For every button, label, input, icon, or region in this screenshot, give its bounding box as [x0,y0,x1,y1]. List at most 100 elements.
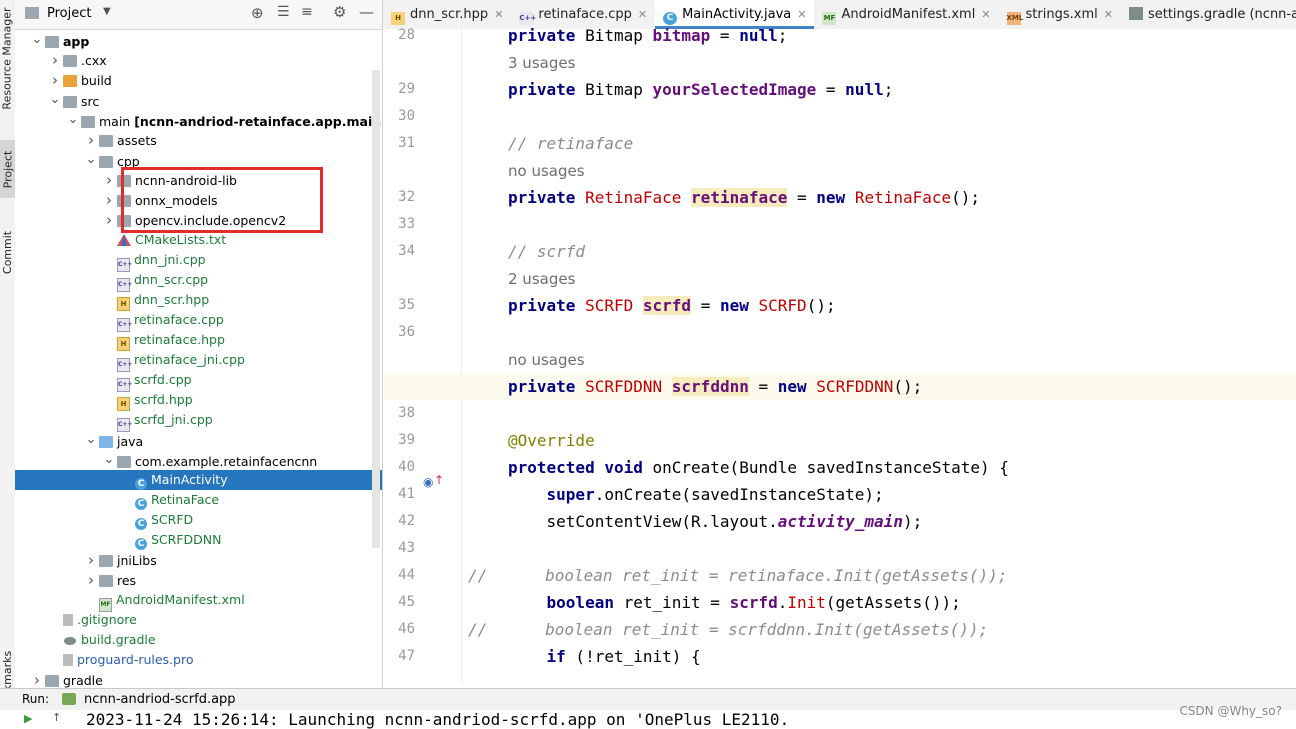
tree-item[interactable]: C++ scrfd.cpp [15,370,382,392]
tree-item[interactable]: Hretinaface.hpp [15,330,382,351]
chevron-down-icon[interactable]: ▼ [103,6,111,17]
chevron-right-icon[interactable]: › [103,190,115,210]
project-view-title[interactable]: Project [47,6,91,21]
tree-item[interactable]: CMakeLists.txt [15,230,382,250]
tree-item-label: com.example.retainfacencnn [135,454,318,469]
folder-icon [117,456,131,468]
code-line: private Bitmap yourSelectedImage = null; [508,80,894,99]
usage-hint-text[interactable]: no usages [508,351,585,369]
java-class-icon: C [135,498,147,510]
chevron-down-icon[interactable]: ⌄ [31,30,43,50]
collapse-all-icon[interactable]: ≡ [301,4,313,20]
run-label: Run: [22,692,50,706]
line-number: 31 [398,135,415,151]
implemented-arrow-icon[interactable]: ↑ [434,473,444,487]
close-tab-icon[interactable]: ✕ [797,8,806,21]
tree-item[interactable]: › .cxx [15,50,382,70]
commented-code-line: // boolean ret_init = retinaface.Init(ge… [468,566,1008,585]
resource-manager-tab[interactable]: Resource Manager [0,7,15,109]
tree-item[interactable]: › build [15,70,382,90]
tree-item-label: build [81,73,112,88]
usage-hint-text[interactable]: 2 usages [508,270,575,288]
tree-item[interactable]: › assets [15,130,382,150]
project-view-icon [25,7,39,19]
folder-icon [45,36,59,48]
tree-item[interactable]: ⌄ src [15,90,382,110]
override-marker-icon[interactable]: ◉ [423,475,433,489]
tree-item[interactable]: Hdnn_scr.hpp [15,290,382,311]
close-tab-icon[interactable]: ✕ [494,8,503,21]
gear-icon[interactable]: ⚙ [333,3,346,21]
tree-item[interactable]: › jniLibs [15,550,382,570]
chevron-right-icon[interactable]: › [85,130,97,150]
tree-item[interactable]: build.gradle [15,630,382,650]
tree-item[interactable]: C RetinaFace [15,490,382,510]
expand-all-icon[interactable]: ☰ [277,4,290,20]
chevron-down-icon[interactable]: ⌄ [85,430,97,450]
editor-tab[interactable]: MF AndroidManifest.xml ✕ [814,0,998,29]
file-icon [63,654,73,666]
tree-item[interactable]: proguard-rules.pro [15,650,382,670]
tree-item[interactable]: C++ dnn_scr.cpp [15,270,382,292]
chevron-right-icon[interactable]: › [49,50,61,70]
code-editor[interactable]: private Bitmap bitmap = null; 3 usages pri… [384,26,1296,683]
line-number: 46 [398,621,415,637]
tree-item[interactable]: C++ scrfd_jni.cpp [15,410,382,432]
tree-item-label: RetinaFace [151,492,220,507]
tree-item[interactable]: C++ retinaface.cpp [15,310,382,332]
rerun-icon[interactable]: ▶ [24,712,32,725]
tree-item[interactable]: MF AndroidManifest.xml [15,590,382,612]
editor-tab[interactable]: XML strings.xml ✕ [999,0,1121,29]
close-tab-icon[interactable]: ✕ [638,8,647,21]
crosshair-icon[interactable]: ⊕ [251,4,264,22]
tree-item[interactable]: › gradle [15,670,382,688]
editor-tab[interactable]: settings.gradle (ncnn-andriod-scrfd [1121,0,1296,29]
chevron-down-icon[interactable]: ⌄ [103,450,115,470]
close-tab-icon[interactable]: ✕ [1104,8,1113,21]
commit-tool-tab[interactable]: Commit [0,222,15,282]
gradle-elephant-icon [63,632,77,645]
tree-item-label: app [63,34,90,49]
minimize-icon[interactable]: — [359,3,374,21]
usage-hint-text[interactable]: 3 usages [508,54,575,72]
line-number: 30 [398,108,415,124]
chevron-down-icon[interactable]: ⌄ [85,150,97,170]
tree-item[interactable]: .gitignore [15,610,382,630]
tree-item[interactable]: ⌄ app [15,30,382,50]
chevron-down-icon[interactable]: ⌄ [49,90,61,110]
tree-item[interactable]: C SCRFDDNN [15,530,382,550]
tree-item[interactable]: C MainActivity [15,470,382,490]
tree-item-label: AndroidManifest.xml [116,592,245,607]
tree-item[interactable]: ⌄ com.example.retainfacencnn [15,450,382,470]
tree-item[interactable]: › res [15,570,382,590]
code-line: private Bitmap bitmap = null; [508,26,788,45]
usage-hint: 3 usages [508,49,575,76]
tree-item[interactable]: C++ retinaface_jni.cpp [15,350,382,372]
usage-hint-text[interactable]: no usages [508,162,585,180]
chevron-down-icon[interactable]: ⌄ [67,110,79,130]
close-tab-icon[interactable]: ✕ [981,8,990,21]
tree-item[interactable]: Hscrfd.hpp [15,390,382,411]
chevron-right-icon[interactable]: › [85,570,97,590]
scroll-up-icon[interactable]: ↑ [52,711,61,724]
project-tool-tab[interactable]: Project [0,140,15,198]
chevron-right-icon[interactable]: › [103,170,115,190]
run-config-tab[interactable]: ncnn-andriod-scrfd.app [84,692,236,707]
chevron-right-icon[interactable]: › [103,210,115,230]
tree-item-label: main [ncnn-andriod-retainface.app.main] [99,114,383,129]
chevron-right-icon[interactable]: › [85,550,97,570]
tree-item[interactable]: ⌄ java [15,430,382,450]
chevron-right-icon[interactable]: › [31,670,43,688]
java-class-icon: C [135,538,147,550]
line-number: 33 [398,216,415,232]
tree-item-label: retinaface_jni.cpp [134,352,245,367]
folder-icon [81,116,95,128]
line-number: 47 [398,648,415,664]
highlight-annotation-box [121,167,323,233]
tree-item[interactable]: C++ dnn_jni.cpp [15,250,382,272]
tree-item[interactable]: C SCRFD [15,510,382,530]
folder-icon [99,575,113,587]
tree-item[interactable]: ⌄ main [ncnn-andriod-retainface.app.main] [15,110,382,130]
tree-scrollbar[interactable] [372,70,380,548]
chevron-right-icon[interactable]: › [49,70,61,90]
